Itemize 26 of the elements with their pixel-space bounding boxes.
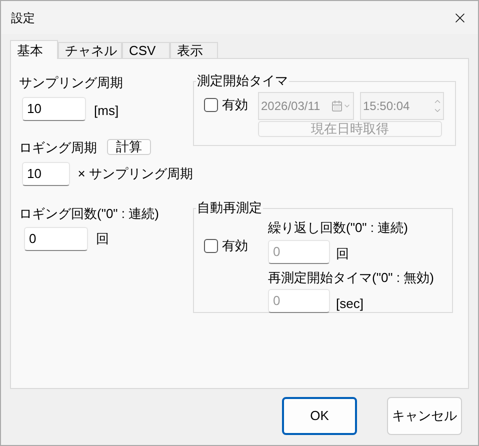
unit-label: 回 (336, 245, 349, 263)
unit-label: [ms] (94, 102, 119, 120)
tab[interactable]: CSV (122, 42, 170, 59)
tab[interactable]: チャネル (58, 42, 122, 59)
cancel-button[interactable]: キャンセル (387, 397, 462, 435)
unit-label: × サンプリング周期 (78, 165, 193, 184)
window-title: 設定 (11, 10, 35, 26)
checkbox-label: 有効 (222, 96, 248, 114)
restart-timer-label: 再測定開始タイマ("0" : 無効) (268, 268, 434, 287)
logging-period-label: ロギング周期 (19, 138, 97, 156)
calculate-button[interactable]: 計算 (107, 139, 151, 156)
tab[interactable]: 基本 (10, 40, 58, 59)
logging-count-field[interactable]: 0 (24, 226, 88, 250)
calendar-icon (331, 100, 351, 112)
ok-button[interactable]: OK (282, 397, 357, 435)
sampling-label: サンプリング周期 (19, 74, 124, 92)
tab[interactable]: 表示 (170, 42, 218, 59)
logging-count-label: ロギング回数("0" : 連続) (19, 205, 160, 223)
sampling-field[interactable]: 10 (22, 96, 86, 120)
group-title: 測定開始タイマ (196, 73, 289, 89)
group-title: 自動再測定 (196, 200, 263, 216)
logging-period-field[interactable]: 10 (22, 162, 70, 186)
repeat-count-label: 繰り返し回数("0" : 連続) (268, 219, 409, 237)
checkbox-label: 有効 (222, 237, 248, 255)
unit-label: [sec] (336, 294, 364, 313)
unit-label: 回 (96, 230, 109, 248)
